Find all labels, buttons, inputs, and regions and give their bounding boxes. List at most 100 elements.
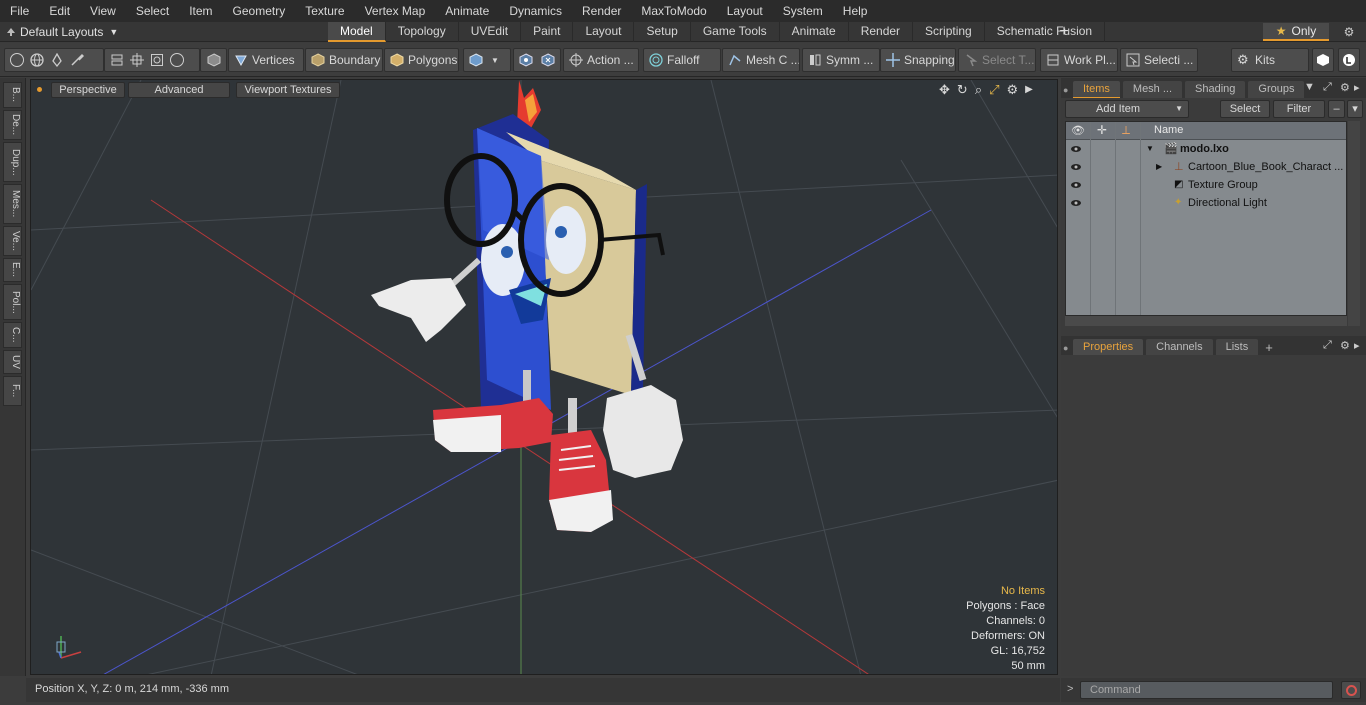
kits-button[interactable]: ⚙ Kits (1231, 48, 1309, 72)
item-row-texture-group[interactable]: ◩ Texture Group (1066, 176, 1346, 194)
strip-tab-curve[interactable]: C... (3, 322, 22, 348)
panel-arrow-icon[interactable]: ▸ (1354, 339, 1360, 352)
menu-vertex-map[interactable]: Vertex Map (355, 0, 436, 22)
tab-schematic-fusion[interactable]: Schematic Fusion (985, 22, 1106, 42)
pen-icon[interactable] (50, 52, 64, 68)
menu-maxtomodo[interactable]: MaxToModo (631, 0, 716, 22)
frame-icon[interactable] (150, 53, 164, 67)
tab-topology[interactable]: Topology (386, 22, 459, 42)
snapping-button[interactable]: Snapping (880, 48, 956, 72)
soft-select-icon[interactable] (519, 53, 533, 67)
strip-tab-edge[interactable]: E... (3, 258, 22, 282)
boundary-mode-button[interactable]: Boundary (305, 48, 383, 72)
panel-maximize-icon[interactable]: ⤢ (1323, 81, 1332, 94)
select-through-icon[interactable] (541, 53, 555, 67)
strip-tab-deform[interactable]: De... (3, 110, 22, 140)
brush-icon[interactable] (70, 53, 85, 67)
expand-arrow-icon[interactable]: ▶ (1156, 158, 1162, 176)
tab-render[interactable]: Render (849, 22, 914, 42)
falloff-button[interactable]: Falloff (643, 48, 721, 72)
only-button[interactable]: ★ Only (1263, 23, 1329, 41)
unreal-button[interactable] (1338, 48, 1360, 72)
tab-setup[interactable]: Setup (634, 22, 691, 42)
tab-scripting[interactable]: Scripting (913, 22, 985, 42)
item-row-scene[interactable]: ▼ 🎬 modo.lxo (1066, 140, 1346, 158)
strip-tab-duplicate[interactable]: Dup... (3, 142, 22, 182)
menu-item[interactable]: Item (179, 0, 222, 22)
select-through-button[interactable]: Select T... (958, 48, 1036, 72)
strip-tab-bevel[interactable]: B... (3, 82, 22, 108)
mesh-constraint-button[interactable]: Mesh C ... (722, 48, 800, 72)
menu-select[interactable]: Select (126, 0, 179, 22)
advanced-shading-button[interactable]: Advanced (128, 82, 230, 98)
menu-help[interactable]: Help (833, 0, 878, 22)
polygons-mode-button[interactable]: Polygons (384, 48, 459, 72)
strip-tab-vertex[interactable]: Ve... (3, 226, 22, 256)
menu-geometry[interactable]: Geometry (223, 0, 296, 22)
select-circle-icon[interactable] (10, 53, 24, 67)
viewport-expand-arrow-icon[interactable]: ▶ (1025, 82, 1033, 98)
panel-dropdown-icon[interactable]: ▼ (1304, 81, 1315, 93)
work-plane-button[interactable]: Work Pl... (1040, 48, 1118, 72)
items-vertical-scrollbar[interactable] (1348, 121, 1360, 326)
ring-icon[interactable] (170, 53, 184, 67)
menu-render[interactable]: Render (572, 0, 631, 22)
menu-file[interactable]: File (0, 0, 39, 22)
tab-model[interactable]: Model (328, 22, 386, 42)
panel-gear-icon[interactable]: ⚙ (1340, 339, 1350, 352)
tab-game-tools[interactable]: Game Tools (691, 22, 780, 42)
selection-sets-button[interactable]: Selecti ... (1120, 48, 1198, 72)
strip-tab-polygon[interactable]: Pol... (3, 284, 22, 320)
items-horizontal-scrollbar[interactable] (1065, 316, 1347, 326)
tab-mesh[interactable]: Mesh ... (1122, 81, 1183, 98)
pan-icon[interactable]: ✥ (939, 82, 950, 98)
strip-tab-uv[interactable]: UV (3, 350, 22, 374)
visibility-eye-icon[interactable] (1070, 143, 1082, 155)
tab-animate[interactable]: Animate (780, 22, 849, 42)
visibility-eye-icon[interactable] (1070, 179, 1082, 191)
add-panel-tab-button[interactable]: + (1265, 339, 1273, 356)
viewport-gear-icon[interactable]: ⚙ (1007, 82, 1019, 98)
expand-arrow-icon[interactable]: ▼ (1146, 140, 1154, 158)
filter-button[interactable]: Filter (1273, 100, 1325, 118)
3d-viewport[interactable]: Perspective Advanced Viewport Textures ✥… (30, 79, 1058, 675)
tab-uvedit[interactable]: UVEdit (459, 22, 522, 42)
tab-items[interactable]: Items (1073, 81, 1120, 98)
menu-system[interactable]: System (773, 0, 833, 22)
unity-button[interactable] (1312, 48, 1334, 72)
action-center-button[interactable]: Action ... (563, 48, 639, 72)
menu-view[interactable]: View (80, 0, 126, 22)
item-row-directional-light[interactable]: ✦ Directional Light (1066, 194, 1346, 212)
symmetry-button[interactable]: Symm ... (802, 48, 880, 72)
tab-properties[interactable]: Properties (1073, 339, 1144, 356)
item-row-mesh[interactable]: ▶ ⊥ Cartoon_Blue_Book_Charact ... (1066, 158, 1346, 176)
vertices-mode-button[interactable]: Vertices (228, 48, 304, 72)
tab-layout[interactable]: Layout (573, 22, 635, 42)
strip-tab-mesh-edit[interactable]: Mes... (3, 184, 22, 224)
panel-arrow-icon[interactable]: ▸ (1354, 81, 1360, 94)
menu-dynamics[interactable]: Dynamics (499, 0, 572, 22)
viewport-textures-button[interactable]: Viewport Textures (236, 82, 340, 98)
select-button[interactable]: Select (1220, 100, 1270, 118)
tab-shading[interactable]: Shading (1185, 81, 1246, 98)
zoom-search-icon[interactable]: ⌕ (975, 82, 982, 98)
default-layouts-dropdown[interactable]: Default Layouts ▼ (6, 22, 118, 42)
gear-icon[interactable]: ⚙ (1341, 24, 1357, 40)
add-tab-button[interactable]: + (1057, 22, 1071, 42)
menu-layout[interactable]: Layout (717, 0, 773, 22)
menu-texture[interactable]: Texture (295, 0, 354, 22)
fit-view-icon[interactable]: ⤢ (989, 82, 999, 98)
globe-icon[interactable] (30, 53, 44, 67)
center-icon[interactable] (130, 53, 144, 67)
command-input[interactable]: Command (1080, 681, 1333, 699)
add-item-dropdown[interactable]: Add Item ▼ (1065, 100, 1189, 118)
menu-animate[interactable]: Animate (435, 0, 499, 22)
rotate-icon[interactable]: ↻ (957, 82, 968, 98)
tab-lists[interactable]: Lists (1215, 339, 1259, 356)
items-mode-button[interactable] (200, 48, 227, 72)
tab-channels[interactable]: Channels (1146, 339, 1213, 356)
panel-gear-icon[interactable]: ⚙ (1340, 81, 1350, 94)
panel-maximize-icon[interactable]: ⤢ (1323, 339, 1332, 352)
perspective-button[interactable]: Perspective (51, 82, 125, 98)
collapse-icon[interactable]: – (1328, 100, 1345, 118)
